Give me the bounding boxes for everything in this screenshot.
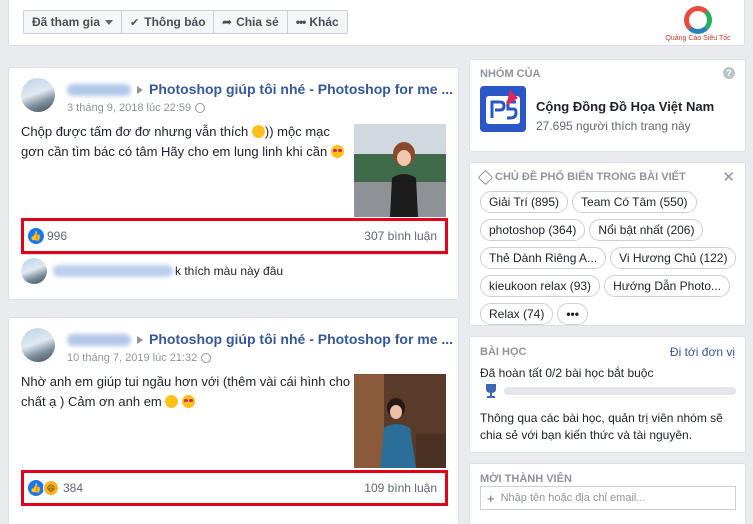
section-header: CHỦ ĐỀ PHỔ BIẾN TRONG BÀI VIẾT bbox=[495, 171, 686, 183]
popular-topics-card: CHỦ ĐỀ PHỔ BIẾN TRONG BÀI VIẾT ✕ Giải Tr… bbox=[469, 162, 746, 326]
checkmark-icon: ✔ bbox=[130, 16, 140, 29]
go-to-unit-link[interactable]: Đi tới đơn vị bbox=[670, 345, 735, 359]
notifications-label: Thông báo bbox=[144, 15, 206, 29]
author-name-redacted[interactable] bbox=[67, 334, 131, 346]
arrow-right-icon bbox=[137, 86, 143, 94]
post-card: Photoshop giúp tôi nhé - Photoshop for m… bbox=[8, 67, 459, 300]
chevron-down-icon bbox=[105, 19, 114, 25]
comment-count[interactable]: 109 bình luận bbox=[364, 481, 437, 495]
heart-eyes-emoji-icon bbox=[330, 145, 344, 158]
share-label: Chia sẻ bbox=[236, 15, 279, 29]
page-likes: 27.695 người thích trang này bbox=[536, 119, 691, 133]
section-header: NHÓM CỦA bbox=[480, 68, 541, 80]
comment-preview: k thích màu này đâu bbox=[21, 254, 448, 286]
comment-count[interactable]: 307 bình luận bbox=[364, 229, 437, 243]
post-photo-image bbox=[354, 124, 446, 217]
topic-pill[interactable]: kieukoon relax (93) bbox=[480, 275, 601, 297]
post-card: Photoshop giúp tôi nhé - Photoshop for m… bbox=[8, 317, 459, 524]
logo-mark-icon bbox=[684, 6, 712, 34]
like-reaction-icon: 👍 bbox=[28, 480, 44, 496]
heart-eyes-emoji-icon bbox=[182, 395, 196, 408]
post-photo[interactable] bbox=[354, 374, 446, 468]
post-text: Nhờ anh em giúp tui ngầu hơn với (thêm v… bbox=[21, 372, 351, 412]
topic-pill[interactable]: Giải Trí (895) bbox=[480, 191, 569, 213]
author-name-redacted[interactable] bbox=[67, 84, 131, 96]
topic-pill[interactable]: Hướng Dẫn Photo... bbox=[604, 275, 731, 297]
post-timestamp[interactable]: 3 tháng 9, 2018 lúc 22:59 bbox=[67, 102, 206, 114]
share-button[interactable]: ➦ Chia sẻ bbox=[214, 11, 288, 33]
membership-buttons: Đã tham gia ✔ Thông báo bbox=[23, 10, 215, 34]
comment-text: k thích màu này đâu bbox=[175, 263, 284, 278]
post-timestamp[interactable]: 10 tháng 7, 2019 lúc 21:32 bbox=[67, 352, 212, 364]
tag-icon bbox=[477, 169, 494, 185]
globe-icon bbox=[201, 353, 212, 363]
post-stats-highlight: 👍 😆 384 109 bình luận bbox=[21, 470, 448, 506]
lessons-card: BÀI HỌC Đi tới đơn vị Đã hoàn tất 0/2 bà… bbox=[469, 336, 746, 453]
post-photo-image bbox=[354, 374, 446, 468]
invite-input[interactable]: + Nhập tên hoặc địa chỉ email... bbox=[480, 486, 736, 510]
notifications-button[interactable]: ✔ Thông báo bbox=[122, 11, 214, 33]
group-link[interactable]: Photoshop giúp tôi nhé - Photoshop for m… bbox=[149, 81, 453, 97]
topic-pill[interactable]: photoshop (364) bbox=[480, 219, 586, 241]
commenter-avatar[interactable] bbox=[21, 257, 47, 284]
reaction-count: 996 bbox=[47, 229, 68, 243]
timestamp-text: 3 tháng 9, 2018 lúc 22:59 bbox=[67, 102, 192, 114]
group-link[interactable]: Photoshop giúp tôi nhé - Photoshop for m… bbox=[149, 331, 453, 347]
more-icon: ••• bbox=[295, 15, 307, 29]
lesson-progress-bar bbox=[504, 387, 736, 395]
topics-header: CHỦ ĐỀ PHỔ BIẾN TRONG BÀI VIẾT bbox=[477, 169, 686, 185]
topic-pill[interactable]: Team Có Tâm (550) bbox=[572, 191, 697, 213]
invite-members-card: MỜI THÀNH VIÊN + Nhập tên hoặc địa chỉ e… bbox=[469, 463, 746, 524]
more-topics-button[interactable]: ••• bbox=[557, 303, 588, 325]
page-logo[interactable] bbox=[480, 86, 526, 132]
author-avatar[interactable] bbox=[21, 78, 55, 112]
trophy-icon bbox=[484, 383, 498, 399]
close-icon[interactable]: ✕ bbox=[722, 168, 735, 186]
page-name[interactable]: Cộng Đồng Đồ Họa Việt Nam bbox=[536, 99, 714, 114]
topic-list: Giải Trí (895) Team Có Tâm (550) photosho… bbox=[480, 191, 742, 331]
post-text: Chộp được tấm đơ đơ nhưng vẫn thích )) m… bbox=[21, 122, 351, 162]
more-button[interactable]: ••• Khác bbox=[288, 11, 347, 33]
reactions-summary[interactable]: 👍 996 bbox=[28, 228, 67, 244]
smile-emoji-icon bbox=[165, 395, 179, 408]
arrow-right-icon bbox=[137, 336, 143, 344]
post-stats-highlight: 👍 996 307 bình luận bbox=[21, 218, 448, 254]
topic-pill[interactable]: Thẻ Dành Riêng A... bbox=[480, 247, 607, 269]
reactions-summary[interactable]: 👍 😆 384 bbox=[28, 480, 83, 496]
like-reaction-icon: 👍 bbox=[28, 228, 44, 244]
help-icon[interactable]: ? bbox=[723, 67, 735, 79]
plus-icon: + bbox=[487, 490, 495, 506]
section-header: BÀI HỌC bbox=[480, 346, 527, 358]
joined-button[interactable]: Đã tham gia bbox=[24, 11, 123, 33]
more-label: Khác bbox=[309, 15, 339, 29]
brand-logo: Quảng Cáo Siêu Tốc bbox=[660, 6, 736, 44]
post-photo[interactable] bbox=[354, 124, 446, 217]
timestamp-text: 10 tháng 7, 2019 lúc 21:32 bbox=[67, 352, 198, 364]
progress-text: Đã hoàn tất 0/2 bài học bắt buộc bbox=[480, 366, 654, 380]
page-logo-image bbox=[480, 86, 526, 132]
section-header: MỜI THÀNH VIÊN bbox=[480, 473, 572, 485]
post-text-main: Chộp được tấm đơ đơ nhưng vẫn thích bbox=[21, 124, 249, 139]
topic-pill[interactable]: Relax (74) bbox=[480, 303, 554, 325]
group-action-bar: Đã tham gia ✔ Thông báo ➦ Chia sẻ ••• Kh… bbox=[8, 0, 745, 46]
lessons-description: Thông qua các bài học, quản trị viên nhó… bbox=[480, 411, 723, 442]
share-buttons: ➦ Chia sẻ ••• Khác bbox=[213, 10, 348, 34]
globe-icon bbox=[195, 103, 206, 113]
logo-caption: Quảng Cáo Siêu Tốc bbox=[665, 35, 731, 42]
reaction-count: 384 bbox=[63, 481, 84, 495]
topic-pill[interactable]: Nổi bật nhất (206) bbox=[589, 219, 704, 241]
smile-emoji-icon bbox=[251, 125, 265, 138]
joined-label: Đã tham gia bbox=[32, 15, 101, 29]
parent-page-card: NHÓM CỦA ? Cộng Đồng Đồ Họa Việt Nam 27.… bbox=[469, 59, 746, 152]
haha-reaction-icon: 😆 bbox=[43, 480, 59, 496]
commenter-name-redacted[interactable] bbox=[53, 264, 173, 277]
topic-pill[interactable]: Vi Hương Chủ (122) bbox=[610, 247, 737, 269]
share-icon: ➦ bbox=[222, 15, 233, 29]
invite-placeholder: Nhập tên hoặc địa chỉ email... bbox=[500, 492, 646, 504]
author-avatar[interactable] bbox=[21, 328, 55, 362]
